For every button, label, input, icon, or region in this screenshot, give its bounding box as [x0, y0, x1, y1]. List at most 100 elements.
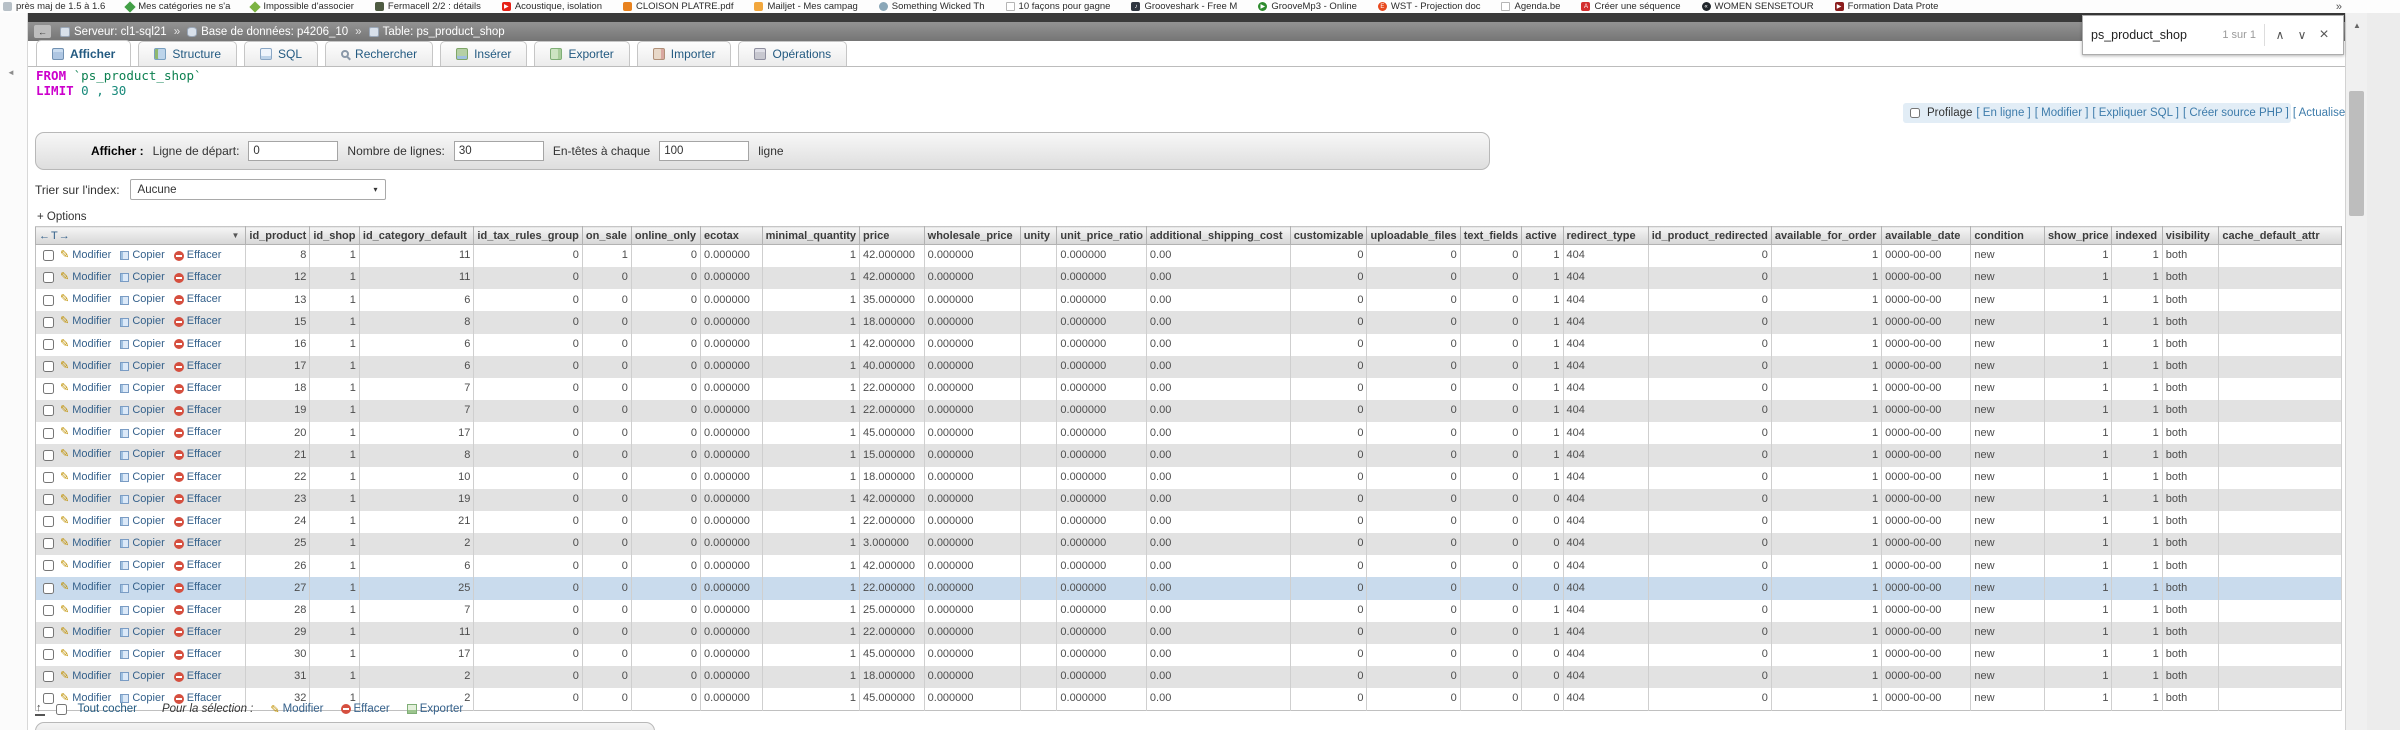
- bookmark-item[interactable]: Impossible d'associer: [251, 1, 354, 12]
- cell-id_tax_rules_group[interactable]: 0: [474, 311, 582, 333]
- cell-unity[interactable]: [1020, 688, 1057, 711]
- cell-minimal_quantity[interactable]: 1: [762, 334, 859, 356]
- cell-cache_default_attr[interactable]: [2219, 666, 2342, 688]
- cell-available_date[interactable]: 0000-00-00: [1882, 267, 1971, 289]
- cell-id_product[interactable]: 25: [246, 533, 310, 555]
- cell-id_tax_rules_group[interactable]: 0: [474, 489, 582, 511]
- cell-on_sale[interactable]: 0: [582, 289, 631, 311]
- cell-available_for_order[interactable]: 1: [1771, 511, 1881, 533]
- cell-on_sale[interactable]: 0: [582, 600, 631, 622]
- breadcrumb-item-base-de-donnees[interactable]: Base de données: p4206_10: [187, 26, 348, 38]
- cell-on_sale[interactable]: 0: [582, 577, 631, 599]
- cell-ecotax[interactable]: 0.000000: [700, 533, 762, 555]
- cell-id_category_default[interactable]: 21: [359, 511, 474, 533]
- cell-available_for_order[interactable]: 1: [1771, 600, 1881, 622]
- cell-show_price[interactable]: 1: [2044, 533, 2112, 555]
- cell-cache_default_attr[interactable]: [2219, 334, 2342, 356]
- edit-row-link[interactable]: ✎Modifier: [60, 644, 111, 666]
- edit-row-link[interactable]: ✎Modifier: [60, 577, 111, 599]
- cell-unity[interactable]: [1020, 489, 1057, 511]
- cell-unity[interactable]: [1020, 289, 1057, 311]
- cell-cache_default_attr[interactable]: [2219, 289, 2342, 311]
- cell-condition[interactable]: new: [1971, 666, 2045, 688]
- cell-cache_default_attr[interactable]: [2219, 533, 2342, 555]
- cell-cache_default_attr[interactable]: [2219, 644, 2342, 666]
- cell-condition[interactable]: new: [1971, 311, 2045, 333]
- cell-id_category_default[interactable]: 7: [359, 378, 474, 400]
- edit-row-link[interactable]: ✎Modifier: [60, 378, 111, 400]
- copy-row-link[interactable]: Copier: [120, 489, 164, 511]
- cell-wholesale_price[interactable]: 0.000000: [924, 688, 1020, 711]
- cell-available_for_order[interactable]: 1: [1771, 378, 1881, 400]
- cell-customizable[interactable]: 0: [1290, 511, 1367, 533]
- cell-id_product[interactable]: 16: [246, 334, 310, 356]
- cell-customizable[interactable]: 0: [1290, 533, 1367, 555]
- row-checkbox[interactable]: [43, 317, 54, 328]
- cell-ecotax[interactable]: 0.000000: [700, 688, 762, 711]
- cell-id_product_redirected[interactable]: 0: [1648, 666, 1771, 688]
- cell-customizable[interactable]: 0: [1290, 555, 1367, 577]
- cell-id_shop[interactable]: 1: [310, 378, 360, 400]
- cell-additional_shipping_cost[interactable]: 0.00: [1146, 356, 1290, 378]
- cell-online_only[interactable]: 0: [631, 289, 700, 311]
- delete-row-link[interactable]: Effacer: [174, 400, 222, 422]
- cell-on_sale[interactable]: 0: [582, 400, 631, 422]
- cell-unity[interactable]: [1020, 334, 1057, 356]
- column-header-unit_price_ratio[interactable]: unit_price_ratio: [1057, 227, 1147, 245]
- cell-online_only[interactable]: 0: [631, 511, 700, 533]
- cell-unit_price_ratio[interactable]: 0.000000: [1057, 378, 1147, 400]
- cell-visibility[interactable]: both: [2162, 555, 2219, 577]
- cell-unit_price_ratio[interactable]: 0.000000: [1057, 289, 1147, 311]
- column-header-on_sale[interactable]: on_sale: [582, 227, 631, 245]
- cell-unity[interactable]: [1020, 356, 1057, 378]
- cell-id_product[interactable]: 26: [246, 555, 310, 577]
- cell-cache_default_attr[interactable]: [2219, 444, 2342, 466]
- cell-id_product[interactable]: 13: [246, 289, 310, 311]
- cell-id_product_redirected[interactable]: 0: [1648, 311, 1771, 333]
- cell-show_price[interactable]: 1: [2044, 356, 2112, 378]
- cell-id_product_redirected[interactable]: 0: [1648, 356, 1771, 378]
- cell-wholesale_price[interactable]: 0.000000: [924, 600, 1020, 622]
- cell-id_tax_rules_group[interactable]: 0: [474, 422, 582, 444]
- cell-uploadable_files[interactable]: 0: [1367, 533, 1460, 555]
- cell-indexed[interactable]: 1: [2112, 644, 2162, 666]
- cell-wholesale_price[interactable]: 0.000000: [924, 267, 1020, 289]
- cell-ecotax[interactable]: 0.000000: [700, 622, 762, 644]
- cell-cache_default_attr[interactable]: [2219, 356, 2342, 378]
- cell-active[interactable]: 1: [1522, 622, 1563, 644]
- cell-cache_default_attr[interactable]: [2219, 622, 2342, 644]
- cell-price[interactable]: 18.000000: [860, 467, 925, 489]
- delete-row-link[interactable]: Effacer: [174, 334, 222, 356]
- cell-id_shop[interactable]: 1: [310, 467, 360, 489]
- cell-unit_price_ratio[interactable]: 0.000000: [1057, 467, 1147, 489]
- cell-ecotax[interactable]: 0.000000: [700, 422, 762, 444]
- cell-id_category_default[interactable]: 8: [359, 444, 474, 466]
- cell-id_category_default[interactable]: 6: [359, 356, 474, 378]
- cell-available_for_order[interactable]: 1: [1771, 400, 1881, 422]
- row-checkbox[interactable]: [43, 560, 54, 571]
- row-checkbox[interactable]: [43, 472, 54, 483]
- cell-id_product[interactable]: 20: [246, 422, 310, 444]
- cell-price[interactable]: 42.000000: [860, 334, 925, 356]
- cell-condition[interactable]: new: [1971, 267, 2045, 289]
- scrollbar-thumb[interactable]: [2349, 91, 2364, 216]
- cell-online_only[interactable]: 0: [631, 356, 700, 378]
- cell-id_tax_rules_group[interactable]: 0: [474, 334, 582, 356]
- delete-row-link[interactable]: Effacer: [174, 644, 222, 666]
- copy-row-link[interactable]: Copier: [120, 577, 164, 599]
- cell-unity[interactable]: [1020, 511, 1057, 533]
- cell-show_price[interactable]: 1: [2044, 511, 2112, 533]
- cell-id_tax_rules_group[interactable]: 0: [474, 267, 582, 289]
- column-header-customizable[interactable]: customizable: [1290, 227, 1367, 245]
- cell-indexed[interactable]: 1: [2112, 289, 2162, 311]
- cell-text_fields[interactable]: 0: [1460, 666, 1522, 688]
- cell-online_only[interactable]: 0: [631, 666, 700, 688]
- cell-uploadable_files[interactable]: 0: [1367, 511, 1460, 533]
- cell-online_only[interactable]: 0: [631, 378, 700, 400]
- copy-row-link[interactable]: Copier: [120, 245, 164, 267]
- cell-redirect_type[interactable]: 404: [1563, 489, 1648, 511]
- cell-id_product[interactable]: 8: [246, 245, 310, 268]
- cell-ecotax[interactable]: 0.000000: [700, 311, 762, 333]
- cell-redirect_type[interactable]: 404: [1563, 400, 1648, 422]
- back-arrow-button[interactable]: ←: [34, 25, 51, 38]
